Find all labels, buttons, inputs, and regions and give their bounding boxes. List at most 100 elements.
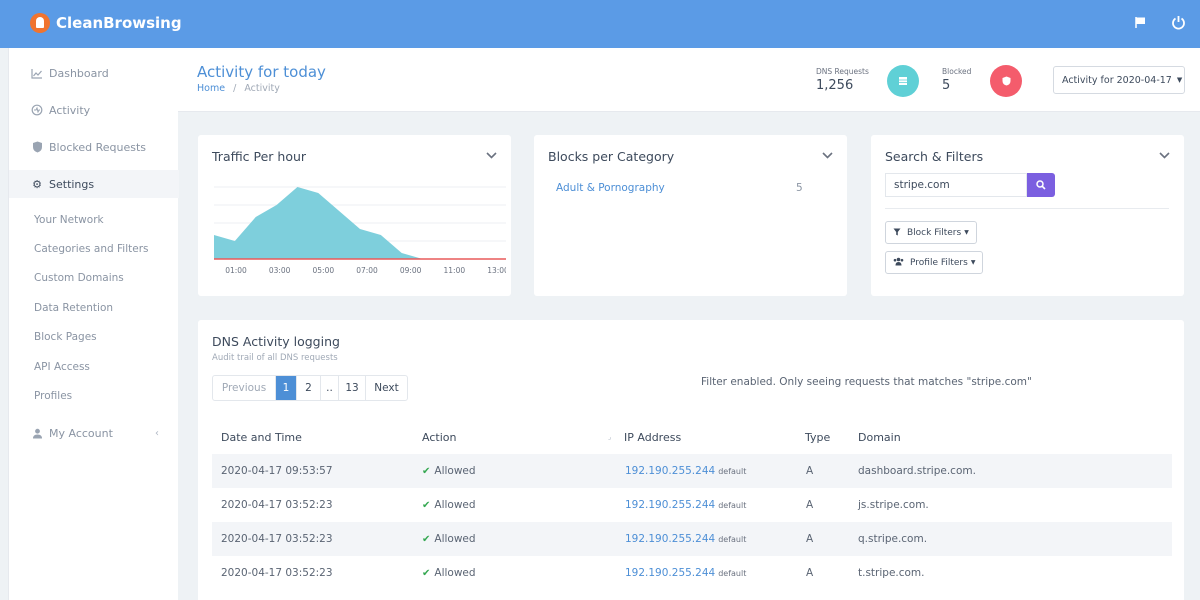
cell-ip[interactable]: 192.190.255.244 default xyxy=(625,522,746,556)
sidebar-item-label: My Account xyxy=(49,426,113,440)
sidebar-item-activity[interactable]: Activity xyxy=(9,96,179,124)
column-header-type[interactable]: Type xyxy=(805,420,830,454)
cell-ip[interactable]: 192.190.255.244 default xyxy=(625,454,746,488)
cell-time: 2020-04-17 09:53:57 xyxy=(221,465,333,477)
column-header-date[interactable]: Date and Time xyxy=(221,420,302,454)
sidebar-item-label: Settings xyxy=(49,177,95,191)
check-icon: ✔ xyxy=(422,465,431,477)
sidebar-item-label: Blocked Requests xyxy=(49,140,147,154)
chart-x-tick-label: 09:00 xyxy=(400,266,422,275)
search-icon xyxy=(1036,180,1046,190)
chart-x-tick-label: 01:00 xyxy=(225,266,247,275)
check-icon: ✔ xyxy=(422,567,431,579)
sidebar-subitem-api-access[interactable]: API Access xyxy=(34,361,90,373)
column-header-action[interactable]: Action xyxy=(422,420,456,454)
pager-page-1[interactable]: 1 xyxy=(276,376,297,400)
breadcrumb-home-link[interactable]: Home xyxy=(197,83,225,94)
block-filters-button[interactable]: Block Filters ▼ xyxy=(885,221,977,244)
cleanbrowsing-logo-icon xyxy=(30,13,50,33)
filter-icon xyxy=(893,228,901,238)
column-header-domain[interactable]: Domain xyxy=(858,420,901,454)
chart-x-tick-label: 03:00 xyxy=(269,266,291,275)
category-link[interactable]: Adult & Pornography xyxy=(556,182,665,194)
chart-x-tick-label: 07:00 xyxy=(356,266,378,275)
sidebar-subitem-custom-domains[interactable]: Custom Domains xyxy=(34,272,124,284)
pager-previous[interactable]: Previous xyxy=(213,376,276,400)
search-input[interactable]: stripe.com xyxy=(885,173,1027,197)
sidebar-subitem-categories-and-filters[interactable]: Categories and Filters xyxy=(34,243,149,255)
dns-log-title: DNS Activity logging xyxy=(212,334,340,349)
ip-link[interactable]: 192.190.255.244 xyxy=(625,499,715,511)
action-label: Allowed xyxy=(434,499,476,511)
dns-requests-label: DNS Requests xyxy=(816,67,869,76)
blocks-card-title: Blocks per Category xyxy=(548,149,675,164)
caret-down-icon: ▼ xyxy=(964,229,969,236)
pager-page-13[interactable]: 13 xyxy=(339,376,366,400)
sidebar: Dashboard Activity Blocked Requests ⚙ Se… xyxy=(8,48,179,600)
ip-link[interactable]: 192.190.255.244 xyxy=(625,465,715,477)
cell-action: ✔ Allowed xyxy=(422,556,476,590)
gear-icon: ⚙ xyxy=(32,177,42,191)
sidebar-subitem-profiles[interactable]: Profiles xyxy=(34,390,72,402)
sidebar-subitem-your-network[interactable]: Your Network xyxy=(34,214,104,226)
traffic-chart: 01:00 03:00 05:00 07:00 09:00 11:00 13:00 xyxy=(214,186,506,275)
search-button[interactable] xyxy=(1027,173,1055,197)
blocked-value: 5 xyxy=(942,78,951,93)
sidebar-subitem-block-pages[interactable]: Block Pages xyxy=(34,331,97,343)
breadcrumb-current: Activity xyxy=(244,83,280,94)
profile-filters-button[interactable]: Profile Filters ▼ xyxy=(885,251,984,274)
sidebar-item-settings[interactable]: ⚙ Settings xyxy=(9,170,179,198)
traffic-card: Traffic Per hour 01:00 03:00 05:00 07:00 09:… xyxy=(198,135,511,296)
sidebar-item-dashboard[interactable]: Dashboard xyxy=(9,59,179,87)
dns-requests-icon xyxy=(887,65,919,97)
pagination: Previous 1 2 .. 13 Next xyxy=(212,375,408,401)
sidebar-item-my-account[interactable]: My Account ‹ xyxy=(9,419,179,447)
table-row[interactable]: 2020-04-17 03:52:23 ✔ Allowed 192.190.255… xyxy=(212,556,1172,590)
pager-page-2[interactable]: 2 xyxy=(297,376,321,400)
table-row[interactable]: 2020-04-17 03:52:23 ✔ Allowed 192.190.255… xyxy=(212,522,1172,556)
profile-label: default xyxy=(718,500,747,510)
chevron-down-icon[interactable] xyxy=(1159,149,1170,162)
chevron-left-icon: ‹ xyxy=(155,427,159,439)
user-icon xyxy=(31,427,43,439)
top-bar: CleanBrowsing xyxy=(0,0,1200,48)
ip-link[interactable]: 192.190.255.244 xyxy=(625,567,715,579)
profile-label: default xyxy=(718,568,747,578)
breadcrumb: Home / Activity xyxy=(197,83,280,94)
cell-ip[interactable]: 192.190.255.244 default xyxy=(625,556,746,590)
page-header: Activity for today Home / Activity DNS R… xyxy=(178,48,1200,112)
users-icon xyxy=(893,257,904,268)
sort-icon: ⌟ xyxy=(608,433,612,441)
shield-icon xyxy=(31,141,43,153)
table-row[interactable]: 2020-04-17 09:53:57 ✔ Allowed 192.190.255… xyxy=(212,454,1172,488)
cell-type: A xyxy=(806,499,814,511)
chevron-down-icon[interactable] xyxy=(822,149,833,162)
app-logo[interactable]: CleanBrowsing xyxy=(30,13,182,33)
chart-x-tick-label: 13:00 xyxy=(487,266,506,275)
flag-icon[interactable] xyxy=(1132,14,1148,30)
divider xyxy=(885,208,1169,209)
date-select[interactable]: Activity for 2020-04-17 ▼ xyxy=(1053,66,1185,94)
sidebar-item-blocked-requests[interactable]: Blocked Requests xyxy=(9,133,179,161)
filter-note: Filter enabled. Only seeing requests tha… xyxy=(701,376,1032,388)
pager-next[interactable]: Next xyxy=(366,376,407,400)
category-count: 5 xyxy=(796,182,803,194)
cell-action: ✔ Allowed xyxy=(422,488,476,522)
search-card-title: Search & Filters xyxy=(885,149,984,164)
ip-link[interactable]: 192.190.255.244 xyxy=(625,533,715,545)
power-icon[interactable] xyxy=(1170,14,1186,30)
action-label: Allowed xyxy=(434,533,476,545)
table-row[interactable]: 2020-04-17 03:52:23 ✔ Allowed 192.190.255… xyxy=(212,488,1172,522)
cell-type: A xyxy=(806,567,814,579)
chart-icon xyxy=(31,67,43,79)
cell-time: 2020-04-17 03:52:23 xyxy=(221,567,333,579)
cell-type: A xyxy=(806,465,814,477)
profile-label: default xyxy=(718,466,747,476)
column-header-ip[interactable]: IP Address xyxy=(624,420,681,454)
cell-ip[interactable]: 192.190.255.244 default xyxy=(625,488,746,522)
date-select-value: Activity for 2020-04-17 xyxy=(1062,74,1172,86)
block-filters-label: Block Filters xyxy=(907,227,962,238)
sidebar-subitem-data-retention[interactable]: Data Retention xyxy=(34,302,113,314)
cell-domain: dashboard.stripe.com. xyxy=(858,465,976,477)
chevron-down-icon[interactable] xyxy=(486,149,497,162)
